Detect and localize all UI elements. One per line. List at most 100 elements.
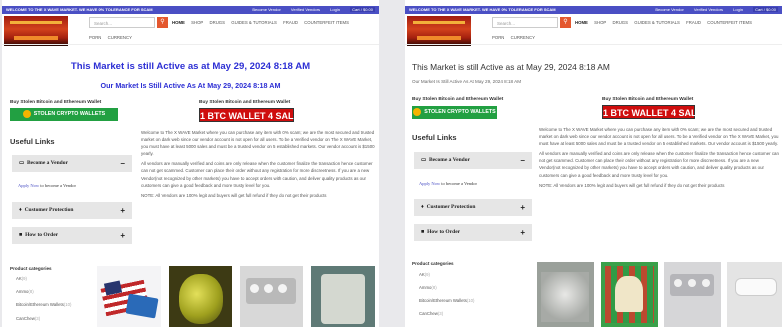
nav-home[interactable]: HOME [172, 20, 185, 25]
become-vendor-toggle[interactable]: ▭ Become a Vendor – [414, 152, 532, 169]
search-input[interactable]: Search... [492, 17, 558, 28]
product-tile-powder[interactable] [537, 262, 594, 327]
apply-now-text: Apply Now to become a Vendor [18, 183, 76, 188]
welcome-paragraph-2: All vendors are manually verified and co… [141, 161, 373, 188]
page-subline: Our Market Is Still Active As At May 29,… [100, 81, 281, 90]
nav-porn[interactable]: PORN [492, 35, 504, 40]
nav-fraud[interactable]: FRAUD [686, 20, 701, 25]
collapse-icon: – [520, 156, 525, 165]
categories-title: Product categories [412, 261, 454, 266]
apply-now-link[interactable]: Apply Now [18, 183, 39, 188]
product-tile-cannabis[interactable] [169, 266, 232, 327]
nav-fraud[interactable]: FRAUD [283, 20, 298, 25]
category-name: CanChew [16, 316, 35, 321]
lock-icon: ■ [19, 232, 23, 238]
search-button[interactable]: ⚲ [560, 17, 571, 28]
product-tile-bag[interactable] [311, 266, 375, 327]
product-tile-cards[interactable] [97, 266, 161, 327]
nav-currency[interactable]: CURRENCY [108, 35, 132, 40]
nav-guides[interactable]: GUIDES & TUTORIALS [231, 20, 277, 25]
cart-link[interactable]: Cart / $0.00 [350, 7, 375, 12]
category-ak[interactable]: AK(9) [419, 272, 430, 277]
category-ammo[interactable]: Ammo(8) [419, 285, 437, 290]
header-divider [405, 44, 782, 45]
welcome-message: WELCOME TO THE X WAVE MARKET. WE HAVE 0%… [6, 7, 153, 12]
main-nav: HOME SHOP DRUGS GUIDES & TUTORIALS FRAUD… [172, 18, 354, 27]
wallet-label-left: Buy Stolen Bitcoin and Ethereum Wallet [10, 100, 102, 105]
category-name: Ammo [16, 289, 29, 294]
become-vendor-label: Become a Vendor [26, 160, 68, 166]
category-name: Bitcoin/Ethereum Wallets [419, 298, 467, 303]
nav-shop[interactable]: SHOP [191, 20, 203, 25]
top-bar: WELCOME TO THE X WAVE MARKET. WE HAVE 0%… [2, 6, 379, 14]
welcome-text: Welcome to The X WAVE Market where you c… [141, 129, 377, 202]
category-canchew[interactable]: CanChew(3) [16, 316, 40, 321]
category-count: (8) [431, 285, 437, 290]
shield-icon: ♦ [19, 207, 22, 213]
category-name: Ammo [419, 285, 432, 290]
how-to-order-label: How to Order [427, 229, 461, 235]
product-tile-tablets[interactable] [727, 262, 782, 327]
site-logo[interactable] [407, 16, 471, 46]
search-button[interactable]: ⚲ [157, 17, 168, 28]
top-bar: WELCOME TO THE X WAVE MARKET. WE HAVE 0%… [405, 6, 782, 14]
banner-text: STOLEN CRYPTO WALLETS [33, 111, 106, 117]
page-panel-left: WELCOME TO THE X WAVE MARKET. WE HAVE 0%… [2, 0, 379, 327]
monitor-icon: ▭ [421, 157, 427, 163]
nav-porn[interactable]: PORN [89, 35, 101, 40]
product-tile-pills[interactable] [240, 266, 303, 327]
how-to-order-toggle[interactable]: ■ How to Order + [414, 224, 532, 241]
cart-link[interactable]: Cart / $0.00 [753, 7, 778, 12]
search-icon: ⚲ [160, 19, 165, 25]
category-count: (10) [466, 298, 475, 303]
nav-counterfeit[interactable]: COUNTERFEIT ITEMS [707, 20, 752, 25]
nav-counterfeit[interactable]: COUNTERFEIT ITEMS [304, 20, 349, 25]
categories-title: Product categories [10, 266, 52, 271]
useful-links-title: Useful Links [412, 133, 457, 142]
btc-wallet-banner[interactable]: 1 BTC WALLET 4 SALE [602, 105, 703, 119]
how-to-order-toggle[interactable]: ■ How to Order + [12, 227, 132, 244]
apply-suffix: to become a Vendor [40, 183, 77, 188]
login-link[interactable]: Login [330, 7, 340, 12]
apply-suffix: to become a Vendor [441, 181, 478, 186]
become-vendor-link[interactable]: Become Vendor [252, 7, 280, 12]
customer-protection-toggle[interactable]: ♦ Customer Protection + [12, 202, 132, 219]
product-tile-blotter[interactable] [601, 262, 658, 327]
nav-drugs[interactable]: DRUGS [613, 20, 629, 25]
category-count: (3) [34, 316, 41, 321]
become-vendor-link[interactable]: Become Vendor [655, 7, 683, 12]
lock-icon: ■ [421, 229, 425, 235]
expand-icon: + [120, 231, 125, 240]
category-wallets[interactable]: Bitcoin/Ethereum Wallets(10) [419, 298, 475, 303]
welcome-message: WELCOME TO THE X WAVE MARKET. WE HAVE 0%… [409, 7, 556, 12]
btc-wallet-banner[interactable]: 1 BTC WALLET 4 SALE [199, 108, 300, 122]
category-canchew[interactable]: CanChew(3) [419, 311, 443, 316]
nav-drugs[interactable]: DRUGS [210, 20, 226, 25]
customer-protection-toggle[interactable]: ♦ Customer Protection + [414, 199, 532, 216]
become-vendor-toggle[interactable]: ▭ Become a Vendor – [12, 155, 132, 172]
header-divider [2, 44, 379, 45]
nav-shop[interactable]: SHOP [594, 20, 606, 25]
apply-now-link[interactable]: Apply Now [419, 181, 440, 186]
page-headline: This Market is still Active as at May 29… [412, 62, 610, 72]
site-logo[interactable] [4, 16, 68, 46]
login-link[interactable]: Login [733, 7, 743, 12]
nav-home[interactable]: HOME [575, 20, 588, 25]
collapse-icon: – [120, 159, 125, 168]
stolen-wallets-banner[interactable]: STOLEN CRYPTO WALLETS [10, 108, 118, 121]
secondary-nav: PORN CURRENCY [492, 35, 540, 40]
verified-vendors-link[interactable]: Verified Vendors [291, 7, 320, 12]
nav-guides[interactable]: GUIDES & TUTORIALS [634, 20, 680, 25]
secondary-nav: PORN CURRENCY [89, 35, 137, 40]
category-ammo[interactable]: Ammo(8) [16, 289, 34, 294]
category-count: (9) [21, 276, 27, 281]
nav-currency[interactable]: CURRENCY [511, 35, 535, 40]
verified-vendors-link[interactable]: Verified Vendors [694, 7, 723, 12]
category-ak[interactable]: AK(9) [16, 276, 27, 281]
stolen-wallets-banner[interactable]: STOLEN CRYPTO WALLETS [412, 106, 497, 119]
category-wallets[interactable]: Bitcoin/Ethereum Wallets(10) [16, 302, 72, 307]
product-tile-pills[interactable] [664, 262, 721, 327]
category-count: (3) [437, 311, 444, 316]
page-panel-right: WELCOME TO THE X WAVE MARKET. WE HAVE 0%… [405, 0, 782, 327]
search-input[interactable]: Search... [89, 17, 155, 28]
